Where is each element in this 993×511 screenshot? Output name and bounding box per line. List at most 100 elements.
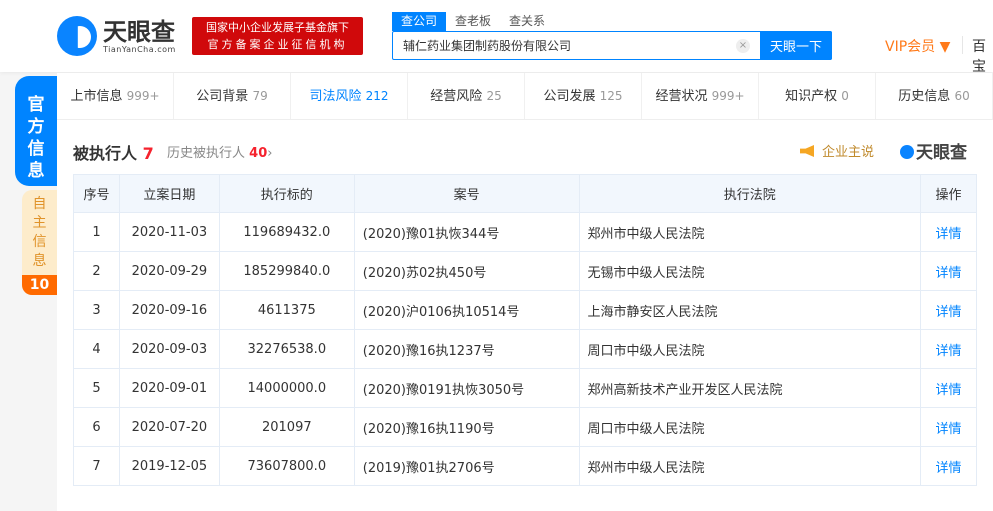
history-label: 历史被执行人: [167, 146, 246, 161]
sidebar-char: 息: [27, 161, 45, 181]
row-index: 7: [73, 446, 120, 486]
clear-icon[interactable]: ×: [736, 39, 750, 53]
search-tab-relation[interactable]: 查关系: [500, 12, 554, 31]
header: 天眼查 TianYanCha.com 国家中小企业发展子基金旗下 官方备案企业征信机…: [0, 0, 993, 75]
execution-amount: 14000000.0: [218, 368, 355, 408]
case-number: (2020)豫16执1237号: [353, 329, 580, 369]
filing-date: 2020-07-20: [118, 407, 220, 447]
divider: [962, 36, 963, 54]
table-row: 5 2020-09-01 14000000.0 (2020)豫0191执恢3050号郑…: [73, 368, 977, 408]
sidebar-self-info[interactable]: 自主信息 10: [22, 190, 57, 295]
execution-amount: 73607800.0: [218, 446, 355, 486]
court: 郑州市中级人民法院: [578, 446, 922, 486]
self-info-count: 10: [22, 275, 57, 295]
search-input[interactable]: [403, 32, 733, 59]
case-number: (2020)豫01执恢344号: [353, 212, 580, 252]
column-header: 案号: [353, 174, 580, 213]
section-title-text: 被执行人: [73, 144, 138, 163]
court: 上海市静安区人民法院: [578, 290, 922, 330]
tab-0[interactable]: 上市信息 999+: [57, 73, 174, 119]
column-header: 序号: [73, 174, 120, 213]
row-index: 4: [73, 329, 120, 369]
details-link[interactable]: 详情: [920, 446, 977, 486]
logo-icon: [57, 16, 97, 56]
logo-domain: TianYanCha.com: [103, 44, 176, 54]
tab-label: 知识产权: [785, 89, 838, 104]
column-header: 执行标的: [218, 174, 355, 213]
sidebar-char: 方: [27, 117, 45, 137]
search-tab-boss[interactable]: 查老板: [446, 12, 500, 31]
brand-text: 天眼查: [916, 143, 967, 163]
official-badge: 国家中小企业发展子基金旗下 官方备案企业征信机构: [192, 17, 363, 55]
tab-count: 0: [841, 89, 849, 103]
history-link[interactable]: 历史被执行人 40›: [167, 142, 272, 161]
details-link[interactable]: 详情: [920, 290, 977, 330]
case-number: (2020)沪0106执10514号: [353, 290, 580, 330]
table-row: 2 2020-09-29 185299840.0 (2020)苏02执450号 无锡市中…: [73, 251, 977, 291]
tab-2[interactable]: 司法风险 212: [291, 73, 408, 119]
table-header: 序号 立案日期 执行标的 案号 执行法院 操作: [73, 174, 977, 213]
court: 周口市中级人民法院: [578, 407, 922, 447]
table-row: 1 2020-11-03 119689432.0 (2020)豫01执恢344号 郑州市…: [73, 212, 977, 252]
details-link[interactable]: 详情: [920, 251, 977, 291]
case-number: (2020)豫0191执恢3050号: [353, 368, 580, 408]
tab-4[interactable]: 公司发展 125: [525, 73, 642, 119]
tab-5[interactable]: 经营状况 999+: [642, 73, 759, 119]
table-row: 4 2020-09-03 32276538.0 (2020)豫16执1237号 周口市中…: [73, 329, 977, 369]
details-link[interactable]: 详情: [920, 368, 977, 408]
case-number: (2019)豫01执2706号: [353, 446, 580, 486]
case-number: (2020)豫16执1190号: [353, 407, 580, 447]
search-tab-company[interactable]: 查公司: [392, 12, 447, 31]
tab-3[interactable]: 经营风险 25: [408, 73, 525, 119]
tab-label: 经营风险: [430, 89, 483, 104]
history-count: 40: [249, 146, 268, 161]
tab-count: 999+: [126, 89, 160, 103]
tab-count: 212: [365, 89, 389, 103]
more-menu[interactable]: 百宝: [972, 36, 993, 76]
tab-1[interactable]: 公司背景 79: [174, 73, 291, 119]
court: 周口市中级人民法院: [578, 329, 922, 369]
tab-6[interactable]: 知识产权 0: [759, 73, 876, 119]
tab-count: 60: [954, 89, 970, 103]
execution-amount: 201097: [218, 407, 355, 447]
tab-label: 上市信息: [70, 89, 123, 104]
speaker-icon: [800, 145, 814, 157]
company-say-link[interactable]: 企业主说: [800, 141, 874, 160]
details-link[interactable]: 详情: [920, 329, 977, 369]
badge-line2: 官方备案企业征信机构: [207, 38, 348, 51]
search-button[interactable]: 天眼一下: [760, 31, 832, 60]
tab-label: 公司发展: [543, 89, 596, 104]
vip-menu[interactable]: VIP会员 ▼: [885, 36, 950, 56]
section-title: 被执行人 7: [73, 140, 154, 164]
company-say-label: 企业主说: [822, 145, 875, 160]
details-link[interactable]: 详情: [920, 212, 977, 252]
execution-amount: 32276538.0: [218, 329, 355, 369]
row-index: 5: [73, 368, 120, 408]
executed-person-panel: 被执行人 7 历史被执行人 40› 企业主说 天眼查 序号 立案日期 执行标的 案号执…: [57, 120, 993, 511]
filing-date: 2020-09-29: [118, 251, 220, 291]
brand-watermark: 天眼查: [900, 138, 967, 163]
executed-table: 序号 立案日期 执行标的 案号 执行法院 操作 1 2020-11-03 119689432.…: [73, 174, 977, 486]
chevron-right-icon: ›: [267, 146, 273, 161]
sidebar-char: 信: [32, 234, 47, 250]
search-box: × 天眼一下: [392, 31, 832, 60]
row-index: 1: [73, 212, 120, 252]
tab-count: 25: [486, 89, 502, 103]
filing-date: 2020-09-01: [118, 368, 220, 408]
sidebar-char: 官: [27, 95, 45, 115]
details-link[interactable]: 详情: [920, 407, 977, 447]
table-row: 7 2019-12-05 73607800.0 (2019)豫01执2706号 郑州市中…: [73, 446, 977, 486]
logo-icon: [900, 145, 914, 159]
filing-date: 2020-11-03: [118, 212, 220, 252]
sidebar-char: 主: [32, 215, 47, 231]
row-index: 6: [73, 407, 120, 447]
tab-7[interactable]: 历史信息 60: [876, 73, 993, 119]
sidebar-official-info[interactable]: 官方信息: [15, 76, 57, 186]
court: 无锡市中级人民法院: [578, 251, 922, 291]
filing-date: 2020-09-16: [118, 290, 220, 330]
court: 郑州高新技术产业开发区人民法院: [578, 368, 922, 408]
column-header: 立案日期: [118, 174, 220, 213]
logo[interactable]: 天眼查 TianYanCha.com: [57, 16, 176, 56]
execution-amount: 4611375: [218, 290, 355, 330]
tab-label: 司法风险: [309, 89, 362, 104]
